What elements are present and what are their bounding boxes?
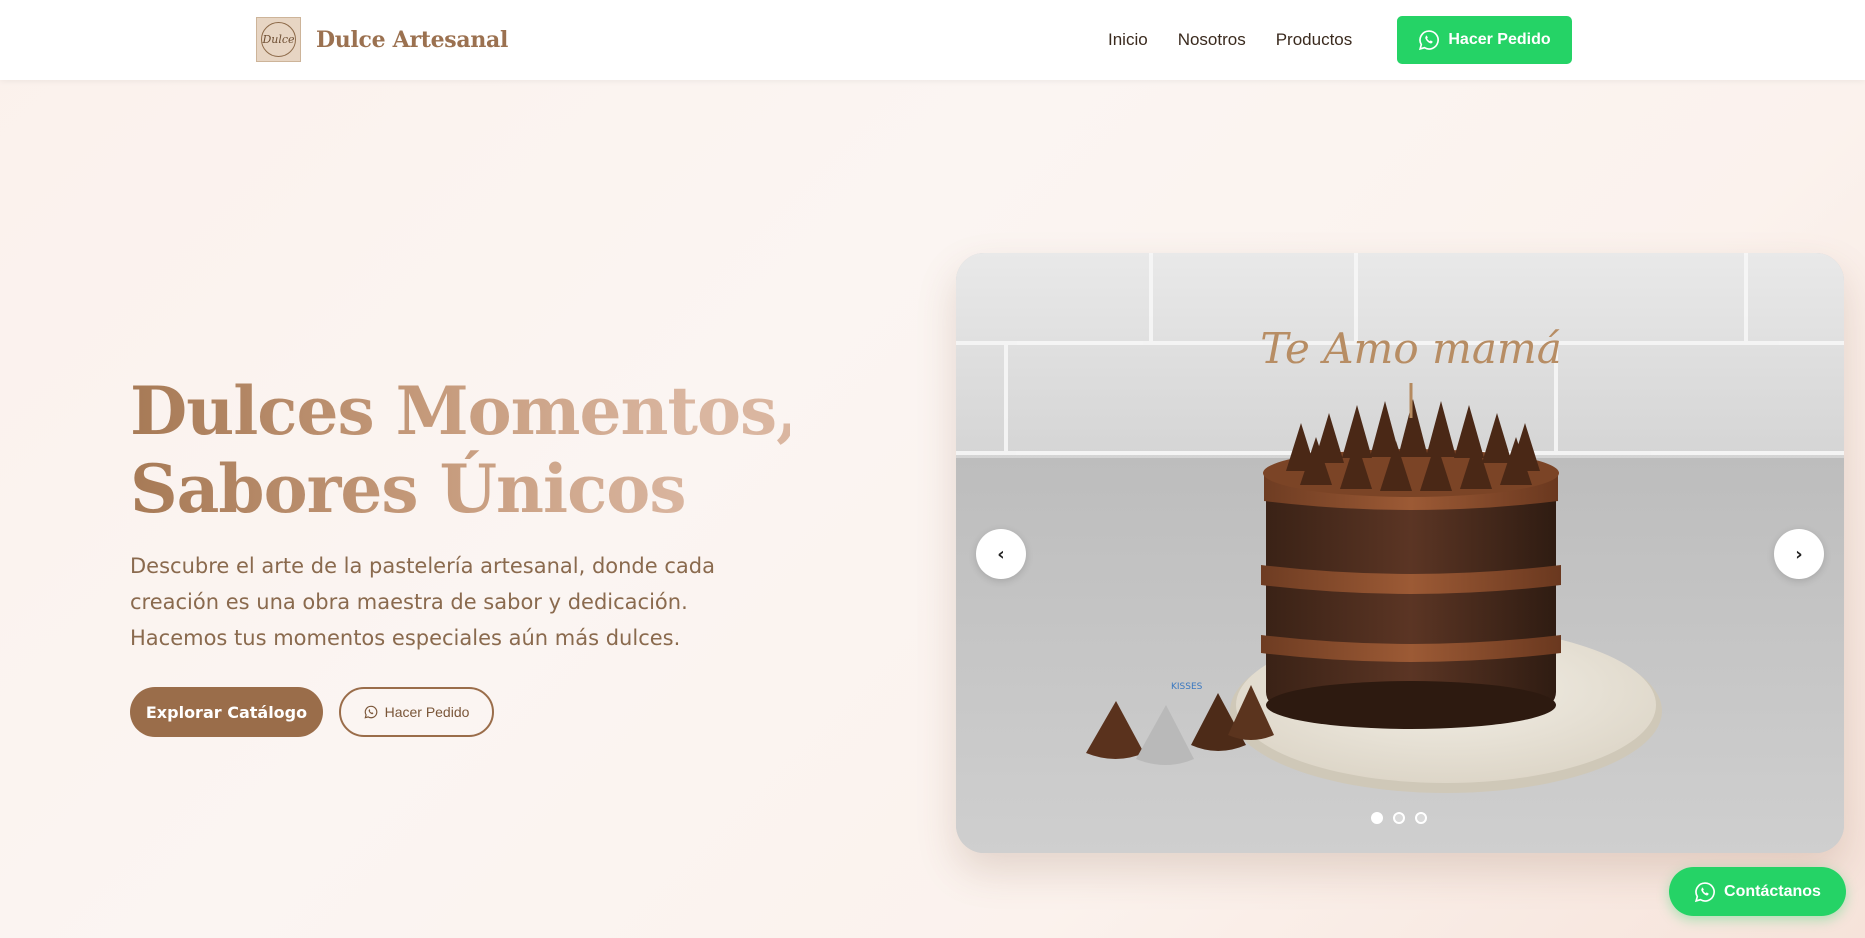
nav-cta-label: Hacer Pedido xyxy=(1448,31,1551,48)
nav-links: Inicio Nosotros Productos xyxy=(1108,0,1382,80)
navbar: Dulce Dulce Artesanal Inicio Nosotros Pr… xyxy=(0,0,1865,80)
kisses-wrapper-label: KISSES xyxy=(1171,682,1203,692)
brand-name: Dulce Artesanal xyxy=(316,26,509,53)
hero-hacer-pedido-button[interactable]: Hacer Pedido xyxy=(339,687,494,737)
carousel-dots xyxy=(1371,812,1437,824)
whatsapp-icon xyxy=(1694,881,1715,902)
hero-title-line-1: Dulces Momentos, xyxy=(130,372,799,450)
nav-item-productos[interactable]: Productos xyxy=(1276,30,1353,50)
topper-text: Te Amo mamá xyxy=(1260,324,1562,373)
hero-title-line-2: Sabores Únicos xyxy=(130,450,686,528)
carousel-dot-1[interactable] xyxy=(1371,812,1383,824)
hero-description: Descubre el arte de la pastelería artesa… xyxy=(130,554,715,650)
contactanos-button[interactable]: Contáctanos xyxy=(1669,867,1846,916)
cake-image: Te Amo mamá KISSES xyxy=(956,253,1844,853)
whatsapp-icon xyxy=(1419,30,1440,51)
carousel-dot-2[interactable] xyxy=(1393,812,1405,824)
hero-title: Dulces Momentos, Sabores Únicos xyxy=(130,372,790,528)
explorar-catalogo-button[interactable]: Explorar Catálogo xyxy=(130,687,323,737)
nav-hacer-pedido-button[interactable]: Hacer Pedido xyxy=(1397,16,1572,64)
product-carousel: Te Amo mamá KISSES ‹ › xyxy=(956,253,1844,853)
logo-text: Dulce xyxy=(261,22,296,57)
carousel-next-button[interactable]: › xyxy=(1774,529,1824,579)
contactanos-label: Contáctanos xyxy=(1724,882,1821,900)
nav-item-nosotros[interactable]: Nosotros xyxy=(1178,30,1246,50)
nav-item-inicio[interactable]: Inicio xyxy=(1108,30,1148,50)
whatsapp-icon xyxy=(364,705,377,719)
carousel-dot-3[interactable] xyxy=(1415,812,1427,824)
carousel-prev-button[interactable]: ‹ xyxy=(976,529,1026,579)
hero-hacer-pedido-label: Hacer Pedido xyxy=(384,704,470,720)
brand[interactable]: Dulce Dulce Artesanal xyxy=(256,17,508,62)
dulce-logo-icon: Dulce xyxy=(256,17,301,62)
